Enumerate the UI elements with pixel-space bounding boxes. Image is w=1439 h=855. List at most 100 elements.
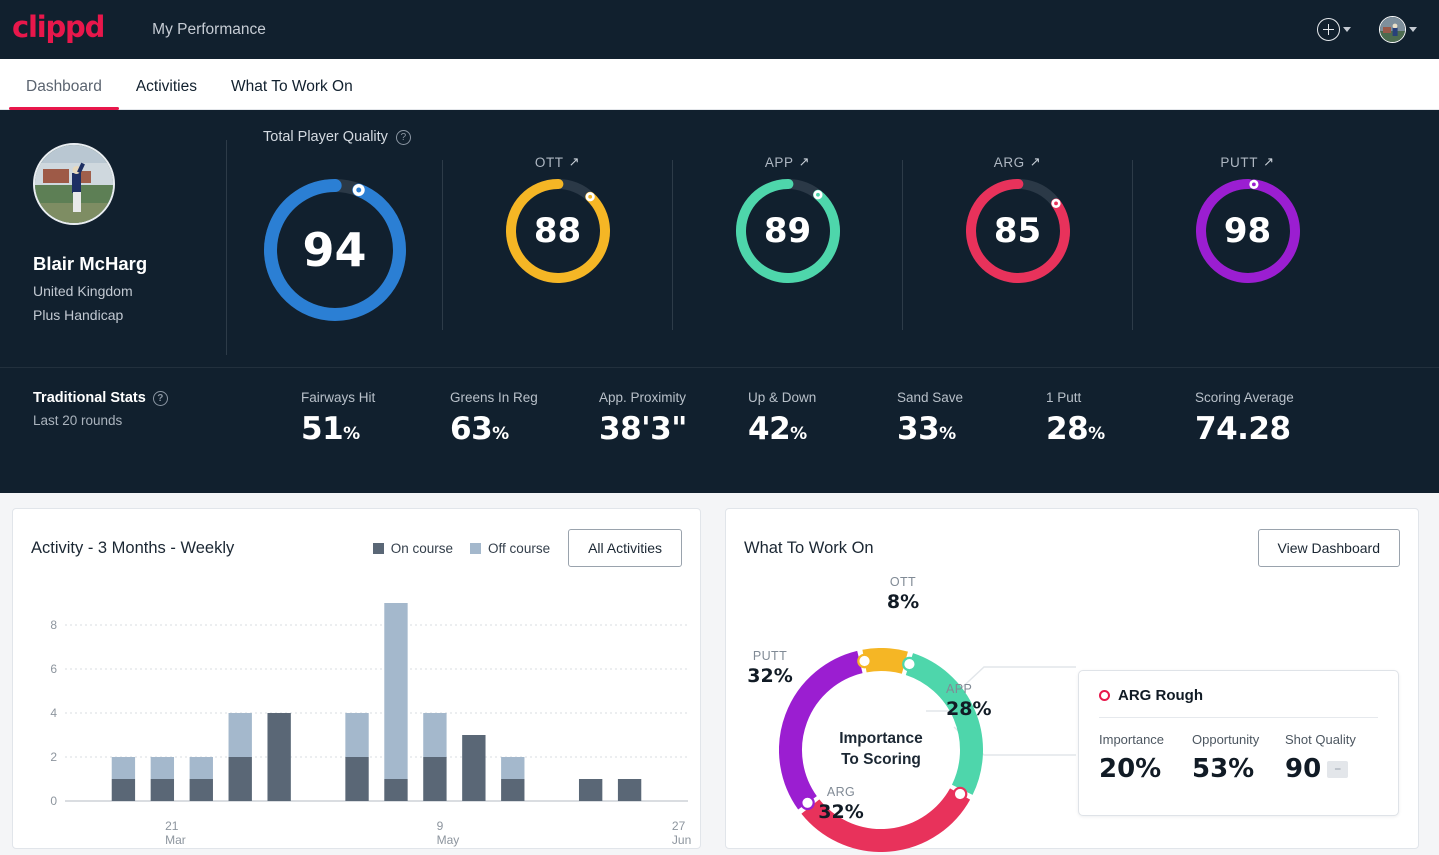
wtwo-card-title: What To Work On [744, 538, 874, 557]
gauge-value-putt: 98 [1223, 211, 1272, 251]
gauge-arg[interactable]: ARG ↗ 85 [903, 154, 1132, 283]
app-root: clippd My Performance Dashboard Activiti… [0, 0, 1439, 855]
stat-value-0: 51% [301, 411, 360, 447]
gauge-label-text-ott: OTT [534, 154, 564, 170]
gauge-value-arg: 85 [993, 211, 1042, 251]
donut-label-putt-key: PUTT [752, 649, 788, 663]
traditional-stats-items: Fairways Hit 51% Greens In Reg 63% App. … [301, 390, 1344, 447]
tab-activities[interactable]: Activities [119, 78, 214, 109]
stat-sand-save: Sand Save 33% [897, 390, 1046, 447]
donut-label-app-key: APP [946, 682, 973, 696]
legend-swatch-on-course [372, 542, 384, 554]
y-axis-tick: 0 [50, 794, 57, 808]
traditional-stats-title: Traditional Stats [33, 390, 146, 406]
legend-on-course[interactable]: On course [372, 541, 453, 556]
detail-col-shot-quality-value: 90 [1285, 754, 1322, 784]
question-mark-icon-stats[interactable]: ? [152, 390, 168, 406]
detail-col-importance: Importance 20% [1099, 732, 1192, 784]
y-axis-tick: 2 [50, 750, 57, 764]
donut-label-putt-value: 32% [747, 665, 793, 687]
activity-card-title: Activity - 3 Months - Weekly [31, 538, 235, 557]
chevron-down-icon [1343, 27, 1351, 32]
y-axis-tick: 6 [50, 662, 57, 676]
main-tab-bar: Dashboard Activities What To Work On [0, 59, 1439, 110]
gauge-value-app: 89 [763, 211, 812, 251]
legend-off-course[interactable]: Off course [470, 541, 550, 556]
donut-marker-app [902, 656, 917, 672]
bar-chart-svg [65, 603, 688, 802]
player-country: United Kingdom [33, 283, 133, 299]
detail-card-divider [1099, 717, 1378, 718]
what-to-work-on-card: What To Work On View Dashboard Importanc… [725, 508, 1420, 852]
profile-menu-button[interactable] [1357, 16, 1417, 43]
gauge-ring-ott: 88 [505, 179, 610, 283]
gauge-putt[interactable]: PUTT ↗ 98 [1133, 154, 1362, 283]
donut-label-ott: OTT 8% [868, 575, 938, 613]
stat-value-1: 63% [450, 411, 509, 447]
gauge-app[interactable]: APP ↗ 89 [673, 154, 902, 283]
stat-label-0: Fairways Hit [301, 390, 376, 405]
chevron-down-icon-profile [1409, 27, 1417, 32]
donut-center-line1: Importance [839, 730, 923, 748]
trend-up-icon: ↗ [798, 154, 811, 169]
detail-col-shot-quality-value-wrap: 90 – [1285, 754, 1378, 784]
legend-label-off-course: Off course [488, 540, 551, 556]
gauge-label-text-app: APP [764, 154, 794, 170]
player-profile: Blair McHarg United Kingdom Plus Handica… [0, 110, 226, 367]
traditional-stats-header: Traditional Stats ? Last 20 rounds [33, 390, 301, 428]
activity-card: Activity - 3 Months - Weekly On course O… [12, 508, 701, 849]
gauge-ring-app: 89 [735, 179, 840, 283]
nav-page-title[interactable]: My Performance [152, 21, 266, 39]
x-axis-tick: 9 May [436, 819, 460, 847]
donut-label-arg: ARG 32% [806, 785, 876, 823]
activity-card-header: Activity - 3 Months - Weekly On course O… [13, 509, 700, 567]
gauge-total-player-quality[interactable]: 94 [227, 154, 442, 321]
gauge-label-text-arg: ARG [993, 154, 1025, 170]
stat-greens-in-reg: Greens In Reg 63% [450, 390, 599, 447]
donut-center-line2: To Scoring [841, 751, 921, 768]
donut-label-putt: PUTT 32% [734, 649, 806, 687]
donut-marker-ott [857, 653, 872, 669]
detail-col-opportunity-value: 53% [1192, 754, 1255, 784]
donut-label-ott-value: 8% [886, 591, 920, 613]
stat-label-4: Sand Save [897, 390, 964, 405]
gauge-label-ott: OTT ↗ [535, 154, 580, 170]
donut-center-label: Importance To Scoring [779, 729, 983, 771]
gauge-ring-arg: 85 [965, 179, 1070, 283]
stat-label-6: Scoring Average [1195, 390, 1294, 405]
gauge-label-arg: ARG ↗ [994, 154, 1042, 170]
x-axis-tick: 27 Jun [671, 819, 692, 847]
wtwo-body: Importance To Scoring OTT 8% APP 28% ARG… [726, 567, 1420, 852]
tpq-text: Total Player Quality [263, 129, 388, 145]
activity-bar-chart[interactable]: 0 2 4 6 8 21 Mar 9 May 27 Jun [13, 585, 702, 847]
tab-what-to-work-on[interactable]: What To Work On [214, 78, 370, 109]
wtwo-card-header: What To Work On View Dashboard [726, 509, 1418, 567]
bottom-cards: Activity - 3 Months - Weekly On course O… [0, 493, 1439, 852]
gauge-label-text-putt: PUTT [1220, 154, 1259, 170]
player-quality-section: Total Player Quality ? 94 OTT ↗ 88 APP ↗ [227, 110, 1439, 367]
traditional-stats-subtitle: Last 20 rounds [33, 413, 123, 428]
detail-col-importance-value: 20% [1099, 754, 1162, 784]
add-menu-button[interactable] [1317, 18, 1351, 41]
donut-label-ott-key: OTT [889, 575, 917, 589]
detail-col-opportunity: Opportunity 53% [1192, 732, 1285, 784]
detail-col-opportunity-label: Opportunity [1192, 732, 1260, 747]
stat-label-2: App. Proximity [599, 390, 687, 405]
stat-value-5: 28% [1046, 411, 1105, 447]
clippd-logo[interactable]: clippd [12, 13, 105, 46]
all-activities-button[interactable]: All Activities [568, 529, 682, 567]
question-mark-icon[interactable]: ? [395, 129, 411, 145]
view-dashboard-button[interactable]: View Dashboard [1257, 529, 1400, 567]
detail-card-columns: Importance 20% Opportunity 53% Shot Qual… [1099, 732, 1378, 784]
tab-dashboard[interactable]: Dashboard [9, 78, 119, 110]
ring-icon [1099, 690, 1110, 701]
y-axis-tick: 4 [50, 706, 57, 720]
player-name: Blair McHarg [33, 253, 148, 274]
player-avatar[interactable] [33, 143, 115, 225]
trend-up-icon: ↗ [1263, 154, 1275, 169]
detail-card-arg-rough[interactable]: ARG Rough Importance 20% Opportunity 53% [1078, 670, 1399, 816]
gauge-ring-putt: 98 [1195, 179, 1300, 283]
donut-marker-arg [952, 786, 968, 802]
gauge-ott[interactable]: OTT ↗ 88 [443, 154, 672, 283]
total-player-quality-label: Total Player Quality ? [263, 129, 411, 145]
